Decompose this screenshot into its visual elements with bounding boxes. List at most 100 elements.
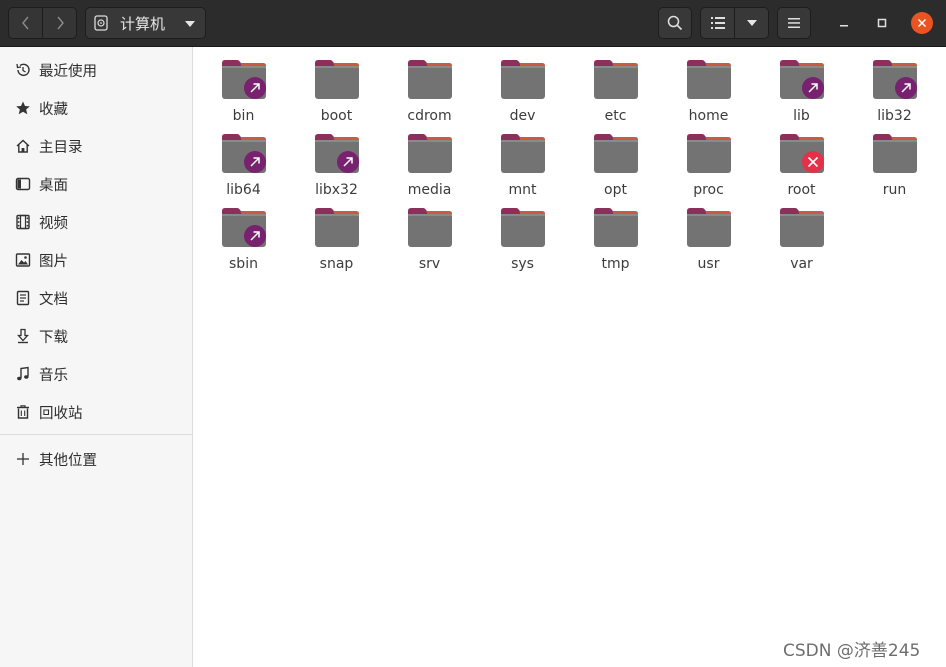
sidebar-item-music[interactable]: 音乐 [0,356,192,392]
sidebar-item-label: 收藏 [39,101,68,118]
symlink-arrow-icon [337,151,359,173]
folder-icon [501,208,545,247]
folder-sys[interactable]: sys [476,203,569,277]
folder-dev[interactable]: dev [476,55,569,129]
sidebar-item-downloads[interactable]: 下载 [0,318,192,354]
folder-lib64[interactable]: lib64 [197,129,290,203]
sidebar-separator [0,434,192,435]
plus-icon [14,450,32,468]
folder-icon [315,208,359,247]
folder-name: dev [509,108,536,124]
sidebar-item-documents[interactable]: 文档 [0,280,192,316]
list-view-button[interactable] [701,8,734,38]
folder-name: etc [604,108,627,124]
sidebar-item-starred[interactable]: 收藏 [0,90,192,126]
folder-icon [594,208,638,247]
view-buttons [700,7,769,39]
folder-icon [687,208,731,247]
folder-media[interactable]: media [383,129,476,203]
folder-bin[interactable]: bin [197,55,290,129]
folder-proc[interactable]: proc [662,129,755,203]
sidebar-item-home[interactable]: 主目录 [0,128,192,164]
navigation-buttons [8,7,77,39]
folder-boot[interactable]: boot [290,55,383,129]
folder-name: bin [232,108,255,124]
chevron-down-icon [746,20,757,26]
sidebar-item-videos[interactable]: 视频 [0,204,192,240]
sidebar-item-label: 回收站 [39,405,83,422]
minimize-button[interactable] [833,12,855,34]
folder-name: media [407,182,452,198]
folder-name: srv [418,256,441,272]
folder-name: mnt [508,182,537,198]
folder-name: proc [693,182,724,198]
folder-root[interactable]: root [755,129,848,203]
document-icon [14,289,32,307]
hamburger-menu-icon [788,18,800,28]
folder-name: lib32 [877,108,912,124]
folder-name: tmp [601,256,630,272]
music-icon [14,365,32,383]
folder-name: run [882,182,907,198]
folder-name: sys [511,256,534,272]
folder-srv[interactable]: srv [383,203,476,277]
folder-icon [594,60,638,99]
folder-name: var [790,256,813,272]
view-options-button[interactable] [734,8,768,38]
sidebar-item-label: 文档 [39,291,68,308]
folder-lib32[interactable]: lib32 [848,55,941,129]
folder-icon [408,208,452,247]
symlink-arrow-icon [244,77,266,99]
symlink-arrow-icon [802,77,824,99]
watermark: CSDN @济善245 [783,641,921,661]
drive-icon [94,15,108,31]
sidebar-item-trash[interactable]: 回收站 [0,394,192,430]
list-view-icon [710,17,725,29]
folder-usr[interactable]: usr [662,203,755,277]
chevron-down-icon [185,21,195,27]
folder-libx32[interactable]: libx32 [290,129,383,203]
folder-run[interactable]: run [848,129,941,203]
close-button[interactable] [911,12,933,34]
header-bar: 计算机 [0,0,946,47]
search-button[interactable] [658,7,692,39]
sidebar-item-label: 主目录 [39,139,83,156]
folder-name: cdrom [407,108,452,124]
folder-opt[interactable]: opt [569,129,662,203]
folder-icon [315,60,359,99]
folder-var[interactable]: var [755,203,848,277]
folder-lib[interactable]: lib [755,55,848,129]
maximize-button[interactable] [871,12,893,34]
folder-cdrom[interactable]: cdrom [383,55,476,129]
minimize-icon [840,25,848,27]
path-bar-button[interactable]: 计算机 [85,7,206,39]
video-icon [14,213,32,231]
back-button[interactable] [9,8,42,38]
search-icon [667,15,683,31]
chevron-left-icon [21,16,29,30]
recent-icon [14,61,32,79]
star-icon [14,99,32,117]
folder-tmp[interactable]: tmp [569,203,662,277]
folder-name: boot [320,108,353,124]
forward-button[interactable] [42,8,76,38]
sidebar-item-label: 最近使用 [39,63,97,80]
sidebar-item-desktop[interactable]: 桌面 [0,166,192,202]
folder-mnt[interactable]: mnt [476,129,569,203]
sidebar-item-recent[interactable]: 最近使用 [0,52,192,88]
file-grid: bin boot cdrom dev etc home lib lib32 lib64 libx3… [193,47,946,667]
folder-sbin[interactable]: sbin [197,203,290,277]
folder-name: libx32 [315,182,358,198]
access-denied-icon [802,151,824,173]
folder-home[interactable]: home [662,55,755,129]
symlink-arrow-icon [244,151,266,173]
sidebar-item-pictures[interactable]: 图片 [0,242,192,278]
folder-etc[interactable]: etc [569,55,662,129]
sidebar-item-label: 图片 [39,253,68,270]
folder-icon [687,134,731,173]
sidebar-item-other-locations[interactable]: 其他位置 [0,441,192,477]
menu-button[interactable] [777,7,811,39]
folder-snap[interactable]: snap [290,203,383,277]
path-label: 计算机 [120,14,166,33]
folder-name: lib64 [226,182,261,198]
